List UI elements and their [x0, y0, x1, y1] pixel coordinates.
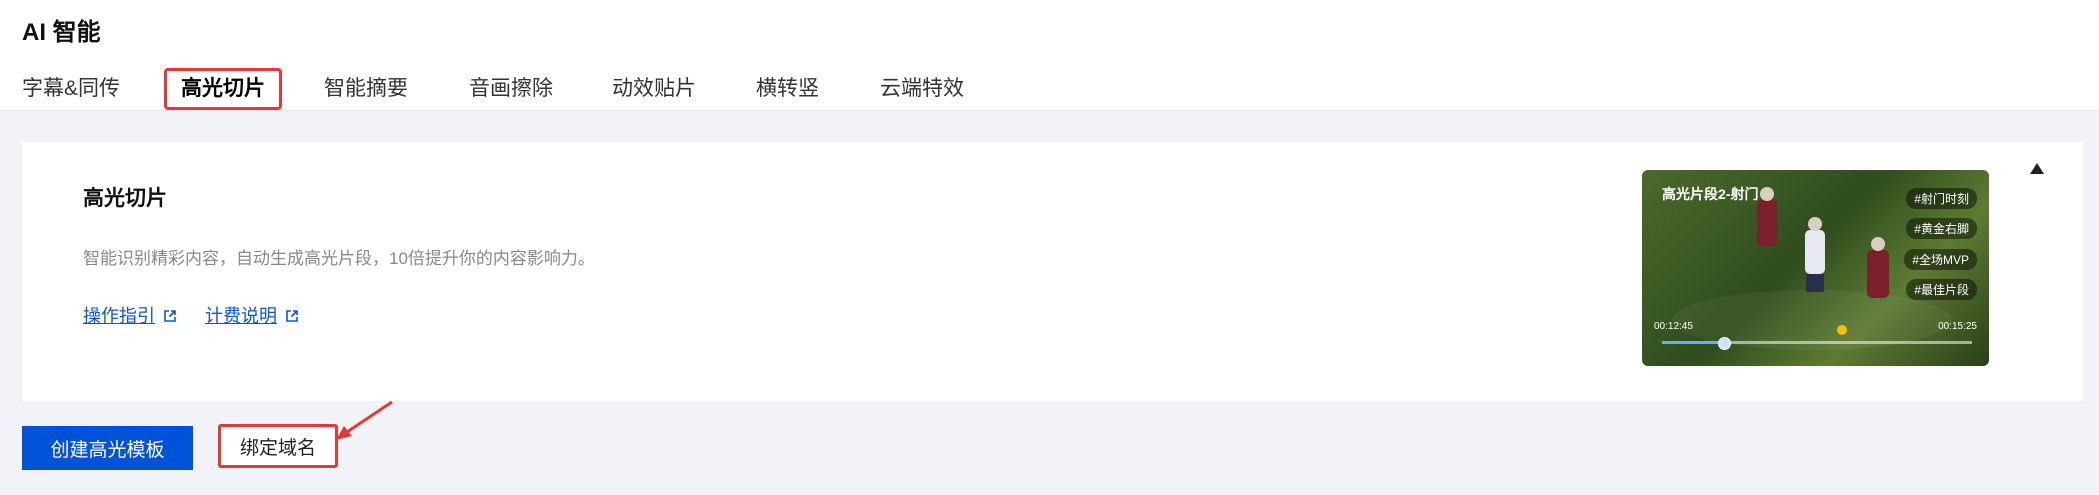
- card-description: 智能识别精彩内容，自动生成高光片段，10倍提升你的内容影响力。: [83, 249, 595, 268]
- preview-tag: #黄金右脚: [1906, 218, 1977, 239]
- preview-tag: #射门时刻: [1906, 188, 1977, 209]
- tab-highlight-clip[interactable]: 高光切片: [164, 68, 282, 110]
- tab-motion-sticker[interactable]: 动效贴片: [612, 70, 696, 108]
- external-link-icon: [163, 307, 177, 328]
- bind-domain-button[interactable]: 绑定域名: [218, 424, 338, 468]
- card-title: 高光切片: [83, 187, 167, 210]
- highlight-preview-video[interactable]: 高光片段2-射门 #射门时刻 #黄金右脚 #全场MVP #最佳片段 00:12:…: [1642, 170, 1989, 366]
- collapse-caret-icon[interactable]: [2030, 163, 2044, 174]
- external-link-icon: [285, 307, 299, 328]
- create-highlight-template-button[interactable]: 创建高光模板: [22, 426, 193, 470]
- billing-link-label: 计费说明: [205, 306, 277, 326]
- preview-title: 高光片段2-射门: [1662, 186, 1759, 202]
- guide-link[interactable]: 操作指引: [83, 302, 177, 328]
- feature-card: 高光切片 智能识别精彩内容，自动生成高光片段，10倍提升你的内容影响力。 操作指…: [22, 142, 2083, 401]
- preview-tag: #全场MVP: [1904, 249, 1977, 270]
- preview-time-end: 00:15:25: [1938, 321, 1977, 332]
- annotation-arrow-icon: [336, 400, 393, 440]
- tab-cloud-effects[interactable]: 云端特效: [880, 70, 964, 108]
- tab-smart-summary[interactable]: 智能摘要: [324, 70, 408, 108]
- tab-audio-erase[interactable]: 音画擦除: [469, 70, 553, 108]
- preview-time-start: 00:12:45: [1654, 321, 1693, 332]
- top-header: AI 智能 字幕&同传 高光切片 智能摘要 音画擦除 动效贴片 横转竖 云端特效: [0, 0, 2099, 111]
- tab-landscape-to-portrait[interactable]: 横转竖: [756, 70, 819, 108]
- preview-tag: #最佳片段: [1906, 279, 1977, 300]
- preview-progress-knob[interactable]: [1718, 337, 1731, 350]
- page-title: AI 智能: [22, 19, 101, 46]
- tab-subtitle[interactable]: 字幕&同传: [22, 70, 120, 108]
- billing-link[interactable]: 计费说明: [205, 302, 299, 328]
- preview-progress-bar[interactable]: [1662, 337, 1972, 350]
- preview-progress-fill: [1662, 341, 1724, 344]
- guide-link-label: 操作指引: [83, 306, 155, 326]
